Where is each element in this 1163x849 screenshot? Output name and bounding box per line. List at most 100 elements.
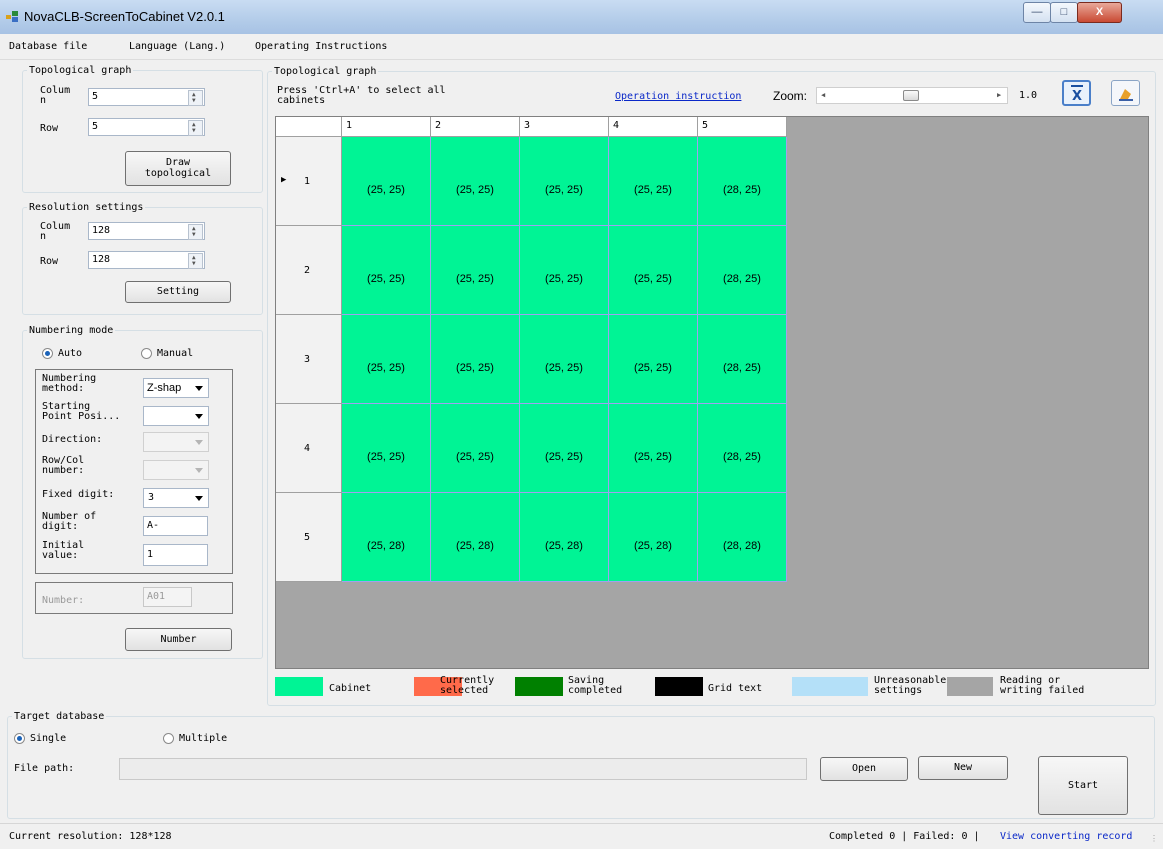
zoom-label: Zoom: <box>773 89 808 103</box>
cabinet-cell[interactable]: (28, 25) <box>698 226 787 315</box>
status-bar: Current resolution: 128*128 Completed 0 … <box>0 823 1163 849</box>
cabinet-cell[interactable]: (28, 25) <box>698 137 787 226</box>
cabinet-cell[interactable]: (25, 25) <box>342 315 431 404</box>
resolution-col-spinner[interactable]: 128 ▲ ▼ <box>88 222 205 240</box>
chevron-right-icon[interactable]: ▶ <box>997 91 1001 99</box>
cabinet-size-label: (25, 25) <box>634 273 672 285</box>
row-header[interactable]: ▶ 1 <box>276 137 342 226</box>
cabinet-cell[interactable]: (25, 25) <box>609 404 698 493</box>
draw-topological-button[interactable]: Draw topological <box>125 151 231 186</box>
legend-label: Cabinet <box>329 683 372 694</box>
resize-grip-icon[interactable]: ⋮ <box>1150 834 1158 843</box>
number-of-digit-input[interactable]: A- <box>143 516 208 536</box>
spin-arrows-icon[interactable]: ▲ ▼ <box>188 90 203 106</box>
fixed-digit-select[interactable]: 3 <box>143 488 209 508</box>
cabinet-cell[interactable]: (25, 25) <box>520 137 609 226</box>
single-label: Single <box>30 733 67 744</box>
maximize-button[interactable]: □ <box>1050 2 1078 23</box>
auto-radio[interactable] <box>42 348 53 359</box>
cabinet-cell[interactable]: (25, 25) <box>431 137 520 226</box>
numbering-legend: Numbering mode <box>29 325 114 336</box>
topology-grid[interactable]: 12345 ▶ 1 (25, 25) (25, 25) (25, 25) (25, 25)… <box>275 116 1149 669</box>
initial-value-input[interactable]: 1 <box>143 544 208 566</box>
chevron-down-icon <box>195 440 203 445</box>
clear-button[interactable] <box>1111 80 1140 106</box>
chevron-down-icon <box>195 468 203 473</box>
column-header[interactable]: 4 <box>609 117 698 137</box>
menu-language[interactable]: Language (Lang.) <box>129 41 225 52</box>
row-header[interactable]: 2 <box>276 226 342 315</box>
cabinet-cell[interactable]: (25, 25) <box>609 137 698 226</box>
chevron-left-icon[interactable]: ◀ <box>821 91 825 99</box>
row-header[interactable]: 3 <box>276 315 342 404</box>
operation-instruction-link[interactable]: Operation instruction <box>615 92 741 102</box>
number-preview-value: A01 <box>143 587 192 607</box>
cabinet-cell[interactable]: (25, 28) <box>520 493 609 582</box>
multiple-radio[interactable] <box>163 733 174 744</box>
window-title: NovaCLB-ScreenToCabinet V2.0.1 <box>24 9 225 24</box>
cabinet-cell[interactable]: (25, 25) <box>520 226 609 315</box>
open-button[interactable]: Open <box>820 757 908 781</box>
minimize-button[interactable]: — <box>1023 2 1051 23</box>
cabinet-cell[interactable]: (25, 25) <box>342 226 431 315</box>
cabinet-cell[interactable]: (28, 28) <box>698 493 787 582</box>
cabinet-cell[interactable]: (25, 28) <box>342 493 431 582</box>
column-header[interactable]: 1 <box>342 117 431 137</box>
topo-settings-legend: Topological graph <box>29 65 132 76</box>
close-button[interactable]: X <box>1077 2 1122 23</box>
cabinet-cell[interactable]: (25, 25) <box>520 404 609 493</box>
column-header[interactable]: 2 <box>431 117 520 137</box>
cabinet-cell[interactable]: (25, 28) <box>431 493 520 582</box>
cabinet-cell[interactable]: (25, 25) <box>431 315 520 404</box>
cabinet-cell[interactable]: (25, 25) <box>431 226 520 315</box>
start-button[interactable]: Start <box>1038 756 1128 815</box>
cabinet-cell[interactable]: (25, 25) <box>609 226 698 315</box>
chevron-down-icon <box>195 414 203 419</box>
direction-label: Direction: <box>42 434 103 445</box>
cabinet-cell[interactable]: (25, 25) <box>609 315 698 404</box>
new-button[interactable]: New <box>918 756 1008 780</box>
current-resolution-text: Current resolution: 128*128 <box>9 831 172 842</box>
menu-database-file[interactable]: Database file <box>9 41 87 52</box>
topo-row-label: Row <box>40 123 59 134</box>
zoom-slider[interactable]: ◀ ▶ <box>816 87 1008 104</box>
topo-row-spinner[interactable]: 5 ▲ ▼ <box>88 118 205 136</box>
cabinet-cell[interactable]: (25, 25) <box>520 315 609 404</box>
starting-point-select[interactable] <box>143 406 209 426</box>
graph-legend: Topological graph <box>274 66 377 77</box>
numbering-method-select[interactable]: Z-shap <box>143 378 209 398</box>
resolution-row-spinner[interactable]: 128 ▲ ▼ <box>88 251 205 269</box>
manual-radio[interactable] <box>141 348 152 359</box>
excel-export-button[interactable]: X <box>1062 80 1091 106</box>
row-header[interactable]: 4 <box>276 404 342 493</box>
zoom-thumb[interactable] <box>903 90 919 101</box>
single-radio[interactable] <box>14 733 25 744</box>
topo-col-spinner[interactable]: 5 ▲ ▼ <box>88 88 205 106</box>
cabinet-cell[interactable]: (28, 25) <box>698 315 787 404</box>
spin-arrows-icon[interactable]: ▲ ▼ <box>188 253 203 269</box>
cabinet-cell[interactable]: (25, 25) <box>431 404 520 493</box>
cabinet-cell[interactable]: (25, 25) <box>342 137 431 226</box>
cabinet-size-label: (25, 25) <box>634 362 672 374</box>
column-header[interactable]: 3 <box>520 117 609 137</box>
menu-operating-instructions[interactable]: Operating Instructions <box>255 41 387 52</box>
conversion-counts: Completed 0 | Failed: 0 | <box>829 831 980 842</box>
fixed-digit-label: Fixed digit: <box>42 489 115 500</box>
legend-swatch <box>947 677 993 696</box>
spin-arrows-icon[interactable]: ▲ ▼ <box>188 224 203 240</box>
cabinet-cell[interactable]: (28, 25) <box>698 404 787 493</box>
view-converting-record-link[interactable]: View converting record <box>1000 832 1132 842</box>
legend-swatch <box>515 677 563 696</box>
file-path-input[interactable] <box>119 758 807 780</box>
row-header[interactable]: 5 <box>276 493 342 582</box>
number-button[interactable]: Number <box>125 628 232 651</box>
row-header-label: 2 <box>304 265 311 276</box>
spin-arrows-icon[interactable]: ▲ ▼ <box>188 120 203 136</box>
cabinet-cell[interactable]: (25, 25) <box>342 404 431 493</box>
setting-button[interactable]: Setting <box>125 281 231 303</box>
cabinet-size-label: (25, 28) <box>456 540 494 552</box>
column-header[interactable]: 5 <box>698 117 787 137</box>
cabinet-cell[interactable]: (25, 28) <box>609 493 698 582</box>
legend-label: Reading or writing failed <box>1000 675 1085 696</box>
cabinet-size-label: (25, 28) <box>545 540 583 552</box>
